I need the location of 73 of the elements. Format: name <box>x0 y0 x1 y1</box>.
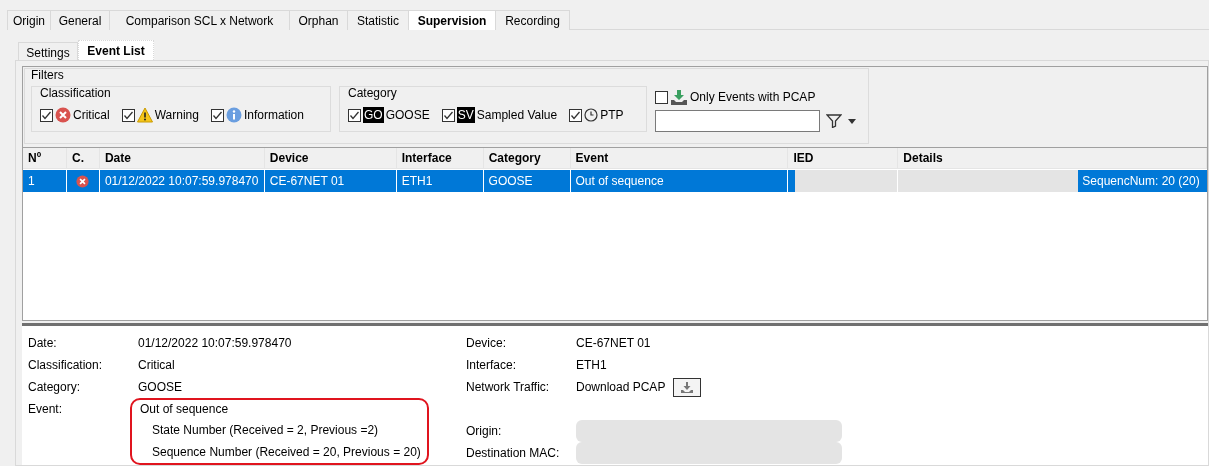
column-header[interactable]: Nº <box>23 148 67 168</box>
field-value: State Number (Received = 2, Previous =2) <box>151 422 380 439</box>
filter-icon[interactable] <box>826 114 842 128</box>
column-header[interactable]: Date <box>99 148 265 168</box>
category-badge: GO <box>363 107 384 123</box>
field-value: Download PCAP <box>576 379 666 396</box>
column-header[interactable]: Event <box>570 148 789 168</box>
option-label[interactable]: Critical <box>73 106 110 124</box>
field-value: 01/12/2022 10:07:59.978470 <box>138 335 292 352</box>
option-label[interactable]: Warning <box>154 106 199 124</box>
field-label: Origin: <box>466 423 503 440</box>
download-icon <box>681 381 694 393</box>
field-label: Network Traffic: <box>466 379 551 396</box>
group-title: Filters <box>31 68 65 82</box>
checkbox[interactable] <box>655 90 668 104</box>
download-button[interactable] <box>673 377 702 397</box>
field-label: Date: <box>28 335 58 352</box>
group-title: Classification <box>40 86 112 100</box>
option-label[interactable]: GOOSE <box>385 106 430 124</box>
column-header[interactable]: Category <box>483 148 571 168</box>
error-icon <box>55 107 71 123</box>
field-value: GOOSE <box>138 379 182 396</box>
checkbox[interactable] <box>348 108 361 122</box>
column-header[interactable]: Details <box>898 148 1207 168</box>
field-label: Classification: <box>28 357 104 374</box>
table-row[interactable]: 1 01/12/2022 10:07:59.978470 CE-67NET 01 ETH1 GOOSE Out of sequence SequencNum: 20 (20) <box>23 170 1207 192</box>
clock-icon <box>584 108 599 122</box>
tab[interactable]: Supervision <box>408 10 496 30</box>
table-cell-text: ETH1 <box>401 173 433 190</box>
tab[interactable]: Event List <box>78 40 154 60</box>
field-value: Sequence Number (Received = 20, Previous = 20) <box>151 444 421 461</box>
field-value: ETH1 <box>576 357 607 374</box>
option-label[interactable]: Information <box>243 106 304 124</box>
table-cell-text: SequencNum: 20 (20) <box>1081 173 1200 190</box>
option-label[interactable]: PTP <box>600 106 624 124</box>
filter-field[interactable] <box>655 110 820 132</box>
field-label: Event: <box>28 401 64 418</box>
column-header[interactable]: C. <box>66 148 100 168</box>
tab[interactable]: Recording <box>495 10 570 30</box>
field-label: Destination MAC: <box>466 445 561 462</box>
field-value: CE-67NET 01 <box>576 335 651 352</box>
tab[interactable]: Comparison SCL x Network <box>109 10 290 30</box>
table-cell-text: CE-67NET 01 <box>269 173 345 190</box>
tab[interactable]: Statistic <box>347 10 409 30</box>
tab[interactable]: Origin <box>7 10 51 30</box>
column-header[interactable]: Interface <box>396 148 484 168</box>
field-value: Critical <box>138 357 175 374</box>
field-label: Device: <box>466 335 507 352</box>
field-label: Category: <box>28 379 82 396</box>
table-cell-text: Out of sequence <box>575 173 664 190</box>
dropdown-caret-icon[interactable] <box>848 118 856 124</box>
info-icon <box>225 107 242 123</box>
checkbox[interactable] <box>569 108 583 122</box>
checkbox[interactable] <box>210 108 224 122</box>
column-header[interactable]: Device <box>264 148 397 168</box>
tab[interactable]: Settings <box>18 42 78 62</box>
warning-icon <box>136 107 153 123</box>
field-label: Interface: <box>466 357 518 374</box>
table-cell-text: 01/12/2022 10:07:59.978470 <box>104 173 259 190</box>
table-cell-text: GOOSE <box>488 173 533 190</box>
column-header[interactable]: IED <box>788 148 899 168</box>
checkbox[interactable] <box>121 108 135 122</box>
download-icon <box>671 89 687 105</box>
checkbox[interactable] <box>441 108 455 122</box>
option-label[interactable]: Sampled Value <box>476 106 558 124</box>
category-badge: SV <box>456 107 475 123</box>
option-label[interactable]: Only Events with PCAP <box>690 88 816 106</box>
checkbox[interactable] <box>40 108 53 122</box>
field-value: Out of sequence <box>140 401 230 418</box>
group-title: Category <box>348 86 398 100</box>
tab[interactable]: General <box>50 10 110 30</box>
table-cell-text: 1 <box>28 173 35 190</box>
tab[interactable]: Orphan <box>289 10 348 30</box>
